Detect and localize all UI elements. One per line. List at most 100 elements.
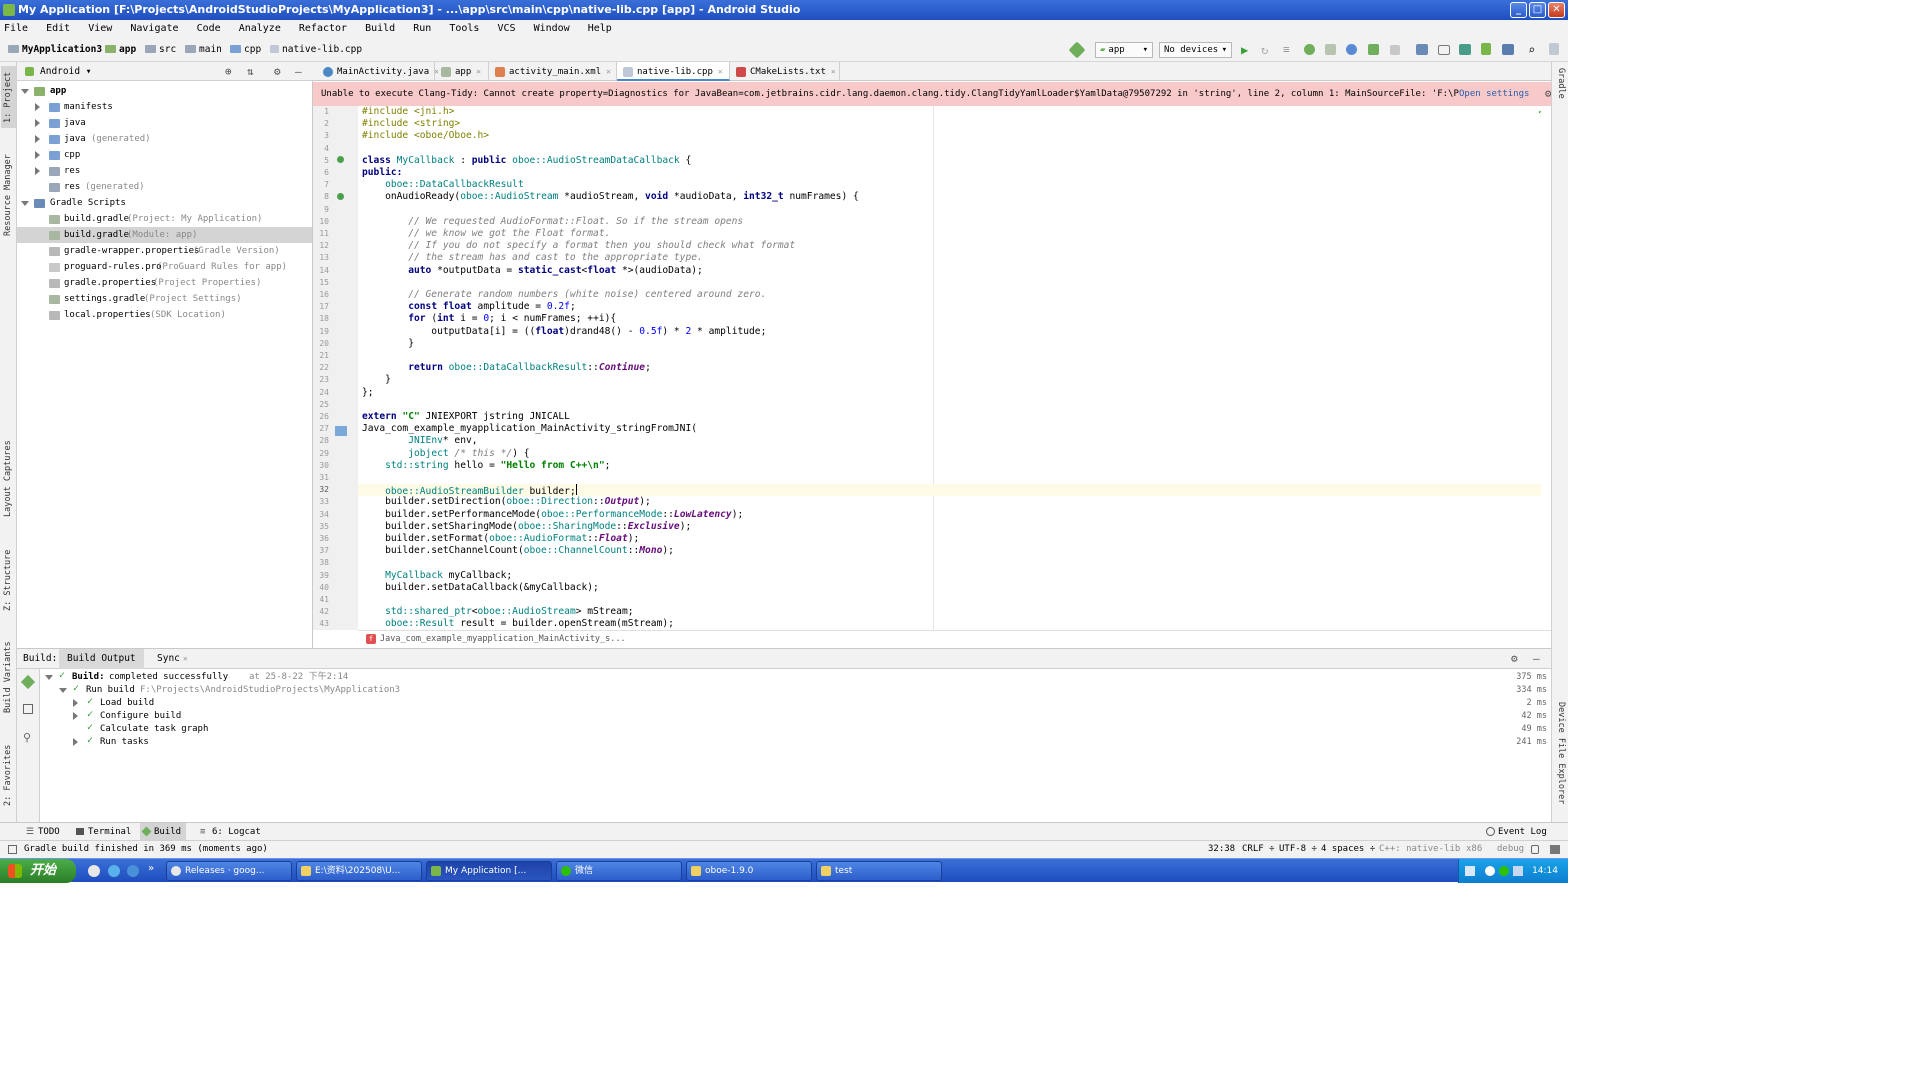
tool-tab-project[interactable]: 1: Project (1, 66, 16, 128)
tree-item-settings-gradle[interactable]: settings.gradle (Project Settings) (17, 291, 312, 307)
tool-tab-gradle[interactable]: Gradle (1553, 68, 1568, 118)
open-settings-link[interactable]: Open settings ⚙ (1459, 82, 1551, 106)
lock-icon[interactable] (1531, 845, 1539, 854)
jni-related-symbol-icon[interactable] (335, 426, 347, 436)
menu-tools[interactable]: Tools (449, 23, 479, 34)
menu-view[interactable]: View (88, 23, 112, 34)
tray-help-icon[interactable] (1485, 866, 1495, 876)
tree-item-gradle-properties[interactable]: gradle.properties (Project Properties) (17, 275, 312, 291)
override-marker-icon[interactable] (337, 193, 344, 200)
taskbar-item-releases[interactable]: Releases · goog... (166, 861, 292, 881)
tool-tab-logcat[interactable]: ≡ 6: Logcat (198, 823, 261, 841)
tool-tab-resource-manager[interactable]: Resource Manager (1, 150, 16, 240)
pin-icon[interactable]: ⚲ (23, 731, 31, 744)
layout-inspector-icon[interactable] (1502, 44, 1514, 55)
tree-item-build-gradle-module[interactable]: build.gradle (Module: app) (17, 227, 312, 243)
close-window-button[interactable]: ✕ (1548, 2, 1565, 18)
menu-code[interactable]: Code (197, 23, 221, 34)
device-dropdown[interactable]: No devices ▾ (1159, 42, 1232, 58)
close-tab-icon[interactable]: ✕ (476, 67, 481, 76)
tree-item-proguard-rules[interactable]: proguard-rules.pro (ProGuard Rules for ap… (17, 259, 312, 275)
tree-item-cpp[interactable]: cpp (17, 147, 312, 163)
attach-process-icon[interactable] (1368, 44, 1379, 55)
tool-tab-device-file-explorer[interactable]: Device File Explorer (1553, 702, 1568, 812)
collapse-all-icon[interactable]: ⇅ (247, 62, 254, 81)
tab-sync[interactable]: Sync ✕ (157, 649, 188, 669)
tab-native-lib-cpp[interactable]: native-lib.cpp ✕ (617, 62, 730, 81)
code-editor[interactable]: #include <jni.h> #include <string> #incl… (358, 106, 1541, 630)
taskbar-item-android-studio[interactable]: My Application [... (426, 861, 552, 881)
tab-activity-main-xml[interactable]: activity_main.xml ✕ (489, 62, 617, 81)
maximize-button[interactable]: □ (1529, 2, 1546, 18)
breadcrumb-src[interactable]: src (145, 44, 176, 56)
taskbar-item-wechat[interactable]: 微信 (556, 861, 682, 881)
quicklaunch-ie-icon[interactable] (108, 865, 120, 877)
breadcrumb-cpp[interactable]: cpp (230, 44, 261, 56)
quicklaunch-browser-icon[interactable] (127, 865, 139, 877)
tree-item-app[interactable]: app (17, 83, 312, 99)
close-tab-icon[interactable]: ✕ (831, 67, 836, 76)
attach-debugger-icon[interactable] (1346, 44, 1357, 55)
taskbar-clock[interactable]: 14:14 (1532, 866, 1558, 876)
debug-icon[interactable] (1304, 44, 1315, 55)
tool-tab-structure[interactable]: Z: Structure (1, 544, 16, 616)
breadcrumb-main[interactable]: main (185, 44, 222, 56)
tool-tab-build[interactable]: Build (140, 823, 186, 841)
menu-vcs[interactable]: VCS (497, 23, 515, 34)
tab-cmakelists[interactable]: CMakeLists.txt ✕ (730, 62, 840, 81)
user-icon[interactable] (1549, 43, 1559, 55)
analysis-ok-checkmark-icon[interactable]: ✓ (1538, 106, 1541, 117)
close-tab-icon[interactable]: ✕ (718, 67, 723, 76)
menu-file[interactable]: File (4, 23, 28, 34)
tree-item-build-gradle-project[interactable]: build.gradle (Project: My Application) (17, 211, 312, 227)
menu-window[interactable]: Window (534, 23, 570, 34)
tray-keyboard-icon[interactable] (1465, 866, 1475, 876)
taskbar-item-test-folder[interactable]: test (816, 861, 942, 881)
search-icon[interactable]: ⌕ (1528, 43, 1542, 57)
menu-edit[interactable]: Edit (46, 23, 70, 34)
quicklaunch-app-icon[interactable] (88, 865, 100, 877)
hide-panel-icon[interactable]: — (295, 62, 302, 81)
tray-wechat-icon[interactable] (1499, 866, 1509, 876)
caret-position[interactable]: 32:38 (1208, 841, 1235, 858)
breadcrumb-app[interactable]: app (105, 44, 136, 56)
breadcrumb-file[interactable]: native-lib.cpp (270, 44, 362, 56)
taskbar-item-explorer-data[interactable]: E:\资料\202508\U... (296, 861, 422, 881)
tree-item-manifests[interactable]: manifests (17, 99, 312, 115)
rebuild-hammer-icon[interactable] (20, 674, 36, 690)
project-structure-icon[interactable] (1438, 45, 1450, 55)
encoding-widget[interactable]: UTF-8 ÷ (1279, 841, 1317, 858)
sync-gradle-icon[interactable] (1416, 44, 1428, 55)
make-project-icon[interactable] (1068, 41, 1086, 59)
editor-breadcrumb-bar[interactable]: f Java_com_example_myapplication_MainAct… (358, 630, 1551, 647)
event-log-button[interactable]: Event Log (1484, 823, 1547, 841)
tree-item-java-generated[interactable]: java (generated) (17, 131, 312, 147)
implements-marker-icon[interactable] (337, 156, 344, 163)
tab-app[interactable]: app ✕ (435, 62, 489, 81)
project-view-dropdown[interactable]: Android ▾ (40, 62, 92, 81)
tool-tab-terminal[interactable]: Terminal (74, 823, 131, 841)
tool-tab-todo[interactable]: ☰ TODO (24, 823, 60, 841)
toggle-tool-windows-icon[interactable] (8, 845, 17, 854)
breadcrumb-project[interactable]: MyApplication3 (8, 44, 102, 56)
toggle-view-icon[interactable] (23, 704, 33, 714)
tool-tab-favorites[interactable]: 2: Favorites (1, 738, 16, 812)
memory-indicator-icon[interactable] (1550, 845, 1560, 854)
tree-item-java[interactable]: java (17, 115, 312, 131)
tray-network-icon[interactable] (1513, 866, 1523, 876)
locate-file-icon[interactable]: ⊕ (225, 62, 232, 81)
sdk-manager-icon[interactable] (1459, 44, 1471, 55)
menu-help[interactable]: Help (588, 23, 612, 34)
arch-label[interactable]: x86 (1466, 841, 1482, 858)
tree-item-res[interactable]: res (17, 163, 312, 179)
quicklaunch-expand-icon[interactable]: » (148, 863, 154, 874)
apply-code-changes-icon[interactable]: ≡ (1283, 43, 1297, 57)
start-button[interactable]: 开始 (0, 859, 76, 883)
minimize-button[interactable]: _ (1510, 2, 1527, 18)
tree-item-gradle-scripts[interactable]: Gradle Scripts (17, 195, 312, 211)
settings-gear-icon[interactable]: ⚙ (274, 62, 281, 81)
menu-analyze[interactable]: Analyze (239, 23, 281, 34)
tool-tab-layout-captures[interactable]: Layout Captures (1, 434, 16, 524)
menu-build[interactable]: Build (365, 23, 395, 34)
apply-changes-icon[interactable]: ↻ (1261, 43, 1275, 57)
